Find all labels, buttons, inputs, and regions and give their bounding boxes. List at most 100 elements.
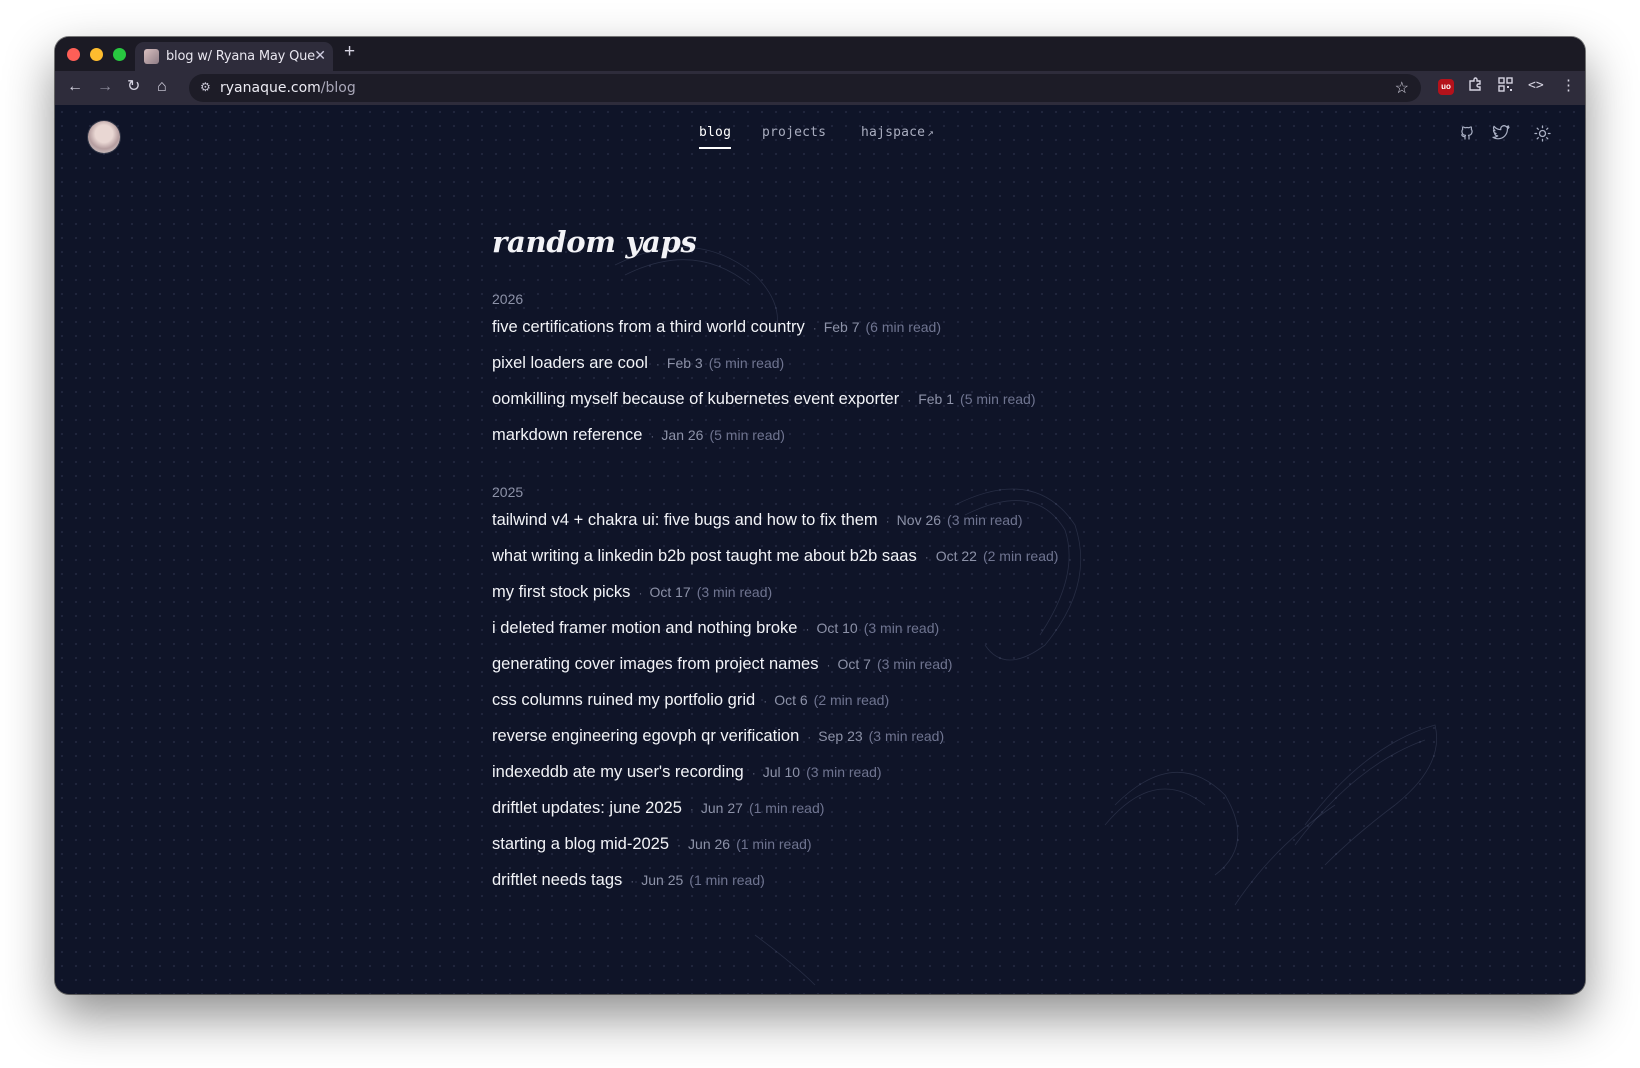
post-row: reverse engineering egovph qr verificati… bbox=[492, 727, 944, 749]
post-date: Nov 26 bbox=[896, 512, 942, 528]
post-title-link[interactable]: pixel loaders are cool bbox=[492, 354, 648, 372]
post-row: oomkilling myself because of kubernetes … bbox=[492, 390, 1036, 412]
post-title-link[interactable]: starting a blog mid-2025 bbox=[492, 835, 669, 853]
post-read-time: (3 min read) bbox=[947, 512, 1023, 528]
post-date: Feb 3 bbox=[666, 355, 703, 371]
dot-separator: · bbox=[807, 730, 812, 744]
browser-toolbar: ← → ↻ ⌂ ⚙ ryanaque.com/blog ☆ uo <> ⋮ bbox=[55, 71, 1585, 105]
post-row: my first stock picks · Oct 17 (3 min read) bbox=[492, 583, 772, 605]
post-title-link[interactable]: five certifications from a third world c… bbox=[492, 318, 805, 336]
back-icon[interactable]: ← bbox=[67, 78, 83, 96]
home-icon[interactable]: ⌂ bbox=[157, 78, 167, 96]
post-date: Oct 17 bbox=[649, 584, 691, 600]
post-date: Jun 25 bbox=[641, 872, 684, 888]
post-date: Jun 26 bbox=[688, 836, 731, 852]
post-date: Oct 7 bbox=[837, 656, 871, 672]
post-row: starting a blog mid-2025 · Jun 26 (1 min re… bbox=[492, 835, 812, 857]
post-title-link[interactable]: oomkilling myself because of kubernetes … bbox=[492, 390, 899, 408]
post-date: Feb 7 bbox=[823, 319, 860, 335]
post-date: Feb 1 bbox=[918, 391, 955, 407]
tab-bar: blog w/ Ryana May Que ✕ + bbox=[55, 37, 1585, 71]
dot-separator: · bbox=[677, 838, 682, 852]
page-title: random yaps bbox=[492, 225, 697, 259]
post-read-time: (6 min read) bbox=[865, 319, 941, 335]
post-title-link[interactable]: driftlet needs tags bbox=[492, 871, 622, 889]
post-title-link[interactable]: markdown reference bbox=[492, 426, 642, 444]
url-path: /blog bbox=[320, 80, 356, 96]
site-info-icon[interactable]: ⚙ bbox=[200, 80, 211, 94]
post-title-link[interactable]: css columns ruined my portfolio grid bbox=[492, 691, 755, 709]
dot-separator: · bbox=[655, 357, 660, 371]
github-icon[interactable] bbox=[1459, 125, 1475, 146]
nav-link-blog[interactable]: blog bbox=[699, 125, 732, 149]
post-row: css columns ruined my portfolio grid · Oct… bbox=[492, 691, 889, 713]
address-bar[interactable]: ⚙ ryanaque.com/blog ☆ bbox=[189, 74, 1421, 102]
post-read-time: (2 min read) bbox=[982, 548, 1059, 564]
nav-link-projects[interactable]: projects bbox=[762, 125, 826, 140]
year-heading: 2025 bbox=[492, 484, 524, 500]
post-title-link[interactable]: tailwind v4 + chakra ui: five bugs and h… bbox=[492, 511, 878, 529]
dot-separator: · bbox=[812, 321, 817, 335]
post-row: generating cover images from project nam… bbox=[492, 655, 952, 677]
url-text[interactable]: ryanaque.com/blog bbox=[220, 80, 356, 96]
nav-link-hajspace[interactable]: hajspace ↗ bbox=[861, 125, 934, 140]
maximize-window-button[interactable] bbox=[113, 48, 126, 61]
post-title-link[interactable]: indexeddb ate my user's recording bbox=[492, 763, 744, 781]
qr-icon[interactable] bbox=[1498, 77, 1513, 97]
post-title-link[interactable]: generating cover images from project nam… bbox=[492, 655, 819, 673]
minimize-window-button[interactable] bbox=[90, 48, 103, 61]
new-tab-button[interactable]: + bbox=[344, 41, 355, 63]
post-date: Sep 23 bbox=[818, 728, 863, 744]
twitter-icon[interactable] bbox=[1492, 125, 1510, 146]
post-read-time: (5 min read) bbox=[709, 427, 785, 443]
dot-separator: · bbox=[885, 514, 890, 528]
extensions-icon[interactable] bbox=[1467, 77, 1483, 98]
star-icon[interactable]: ☆ bbox=[1395, 78, 1409, 98]
post-date: Jul 10 bbox=[762, 764, 801, 780]
reload-icon[interactable]: ↻ bbox=[127, 78, 140, 96]
post-title-link[interactable]: reverse engineering egovph qr verificati… bbox=[492, 727, 799, 745]
devtools-icon[interactable]: <> bbox=[1528, 77, 1544, 95]
post-read-time: (3 min read) bbox=[868, 728, 945, 744]
post-date: Oct 10 bbox=[816, 620, 858, 636]
post-title-link[interactable]: my first stock picks bbox=[492, 583, 630, 601]
tab-active[interactable]: blog w/ Ryana May Que ✕ bbox=[135, 42, 333, 71]
post-read-time: (5 min read) bbox=[708, 355, 785, 371]
ublock-icon[interactable]: uo bbox=[1438, 79, 1454, 95]
post-row: driftlet needs tags · Jun 25 (1 min read) bbox=[492, 871, 765, 893]
dot-separator: · bbox=[751, 766, 756, 780]
tab-close-icon[interactable]: ✕ bbox=[314, 47, 326, 64]
post-row: indexeddb ate my user's recording · Jul 10… bbox=[492, 763, 882, 785]
post-date: Jun 27 bbox=[700, 800, 743, 816]
post-row: tailwind v4 + chakra ui: five bugs and h… bbox=[492, 511, 1023, 533]
post-row: what writing a linkedin b2b post taught … bbox=[492, 547, 1058, 569]
favicon-icon bbox=[144, 49, 159, 64]
post-row: pixel loaders are cool · Feb 3 (5 min read) bbox=[492, 354, 784, 376]
post-read-time: (5 min read) bbox=[960, 391, 1036, 407]
close-window-button[interactable] bbox=[67, 48, 80, 61]
post-date: Oct 6 bbox=[774, 692, 808, 708]
browser-window: blog w/ Ryana May Que ✕ + ← → ↻ ⌂ ⚙ ryan… bbox=[55, 37, 1585, 994]
post-read-time: (3 min read) bbox=[876, 656, 953, 672]
url-host: ryanaque.com bbox=[220, 80, 321, 96]
post-read-time: (3 min read) bbox=[806, 764, 882, 780]
post-read-time: (1 min read) bbox=[748, 800, 825, 816]
dot-separator: · bbox=[826, 658, 831, 672]
post-title-link[interactable]: driftlet updates: june 2025 bbox=[492, 799, 682, 817]
post-read-time: (1 min read) bbox=[736, 836, 812, 852]
post-date: Jan 26 bbox=[661, 427, 704, 443]
post-title-link[interactable]: i deleted framer motion and nothing brok… bbox=[492, 619, 797, 637]
post-row: driftlet updates: june 2025 · Jun 27 (1 min… bbox=[492, 799, 824, 821]
forward-icon[interactable]: → bbox=[97, 78, 113, 96]
post-title-link[interactable]: what writing a linkedin b2b post taught … bbox=[492, 547, 917, 565]
post-date: Oct 22 bbox=[935, 548, 977, 564]
theme-toggle-icon[interactable] bbox=[1534, 125, 1551, 147]
post-read-time: (3 min read) bbox=[696, 584, 773, 600]
post-row: markdown reference · Jan 26 (5 min read) bbox=[492, 426, 785, 448]
nav-link-hajspace-label: hajspace bbox=[861, 125, 926, 140]
dot-separator: · bbox=[638, 586, 643, 600]
post-row: five certifications from a third world c… bbox=[492, 318, 941, 340]
dot-separator: · bbox=[630, 874, 635, 888]
dot-separator: · bbox=[763, 694, 768, 708]
menu-icon[interactable]: ⋮ bbox=[1561, 77, 1576, 95]
